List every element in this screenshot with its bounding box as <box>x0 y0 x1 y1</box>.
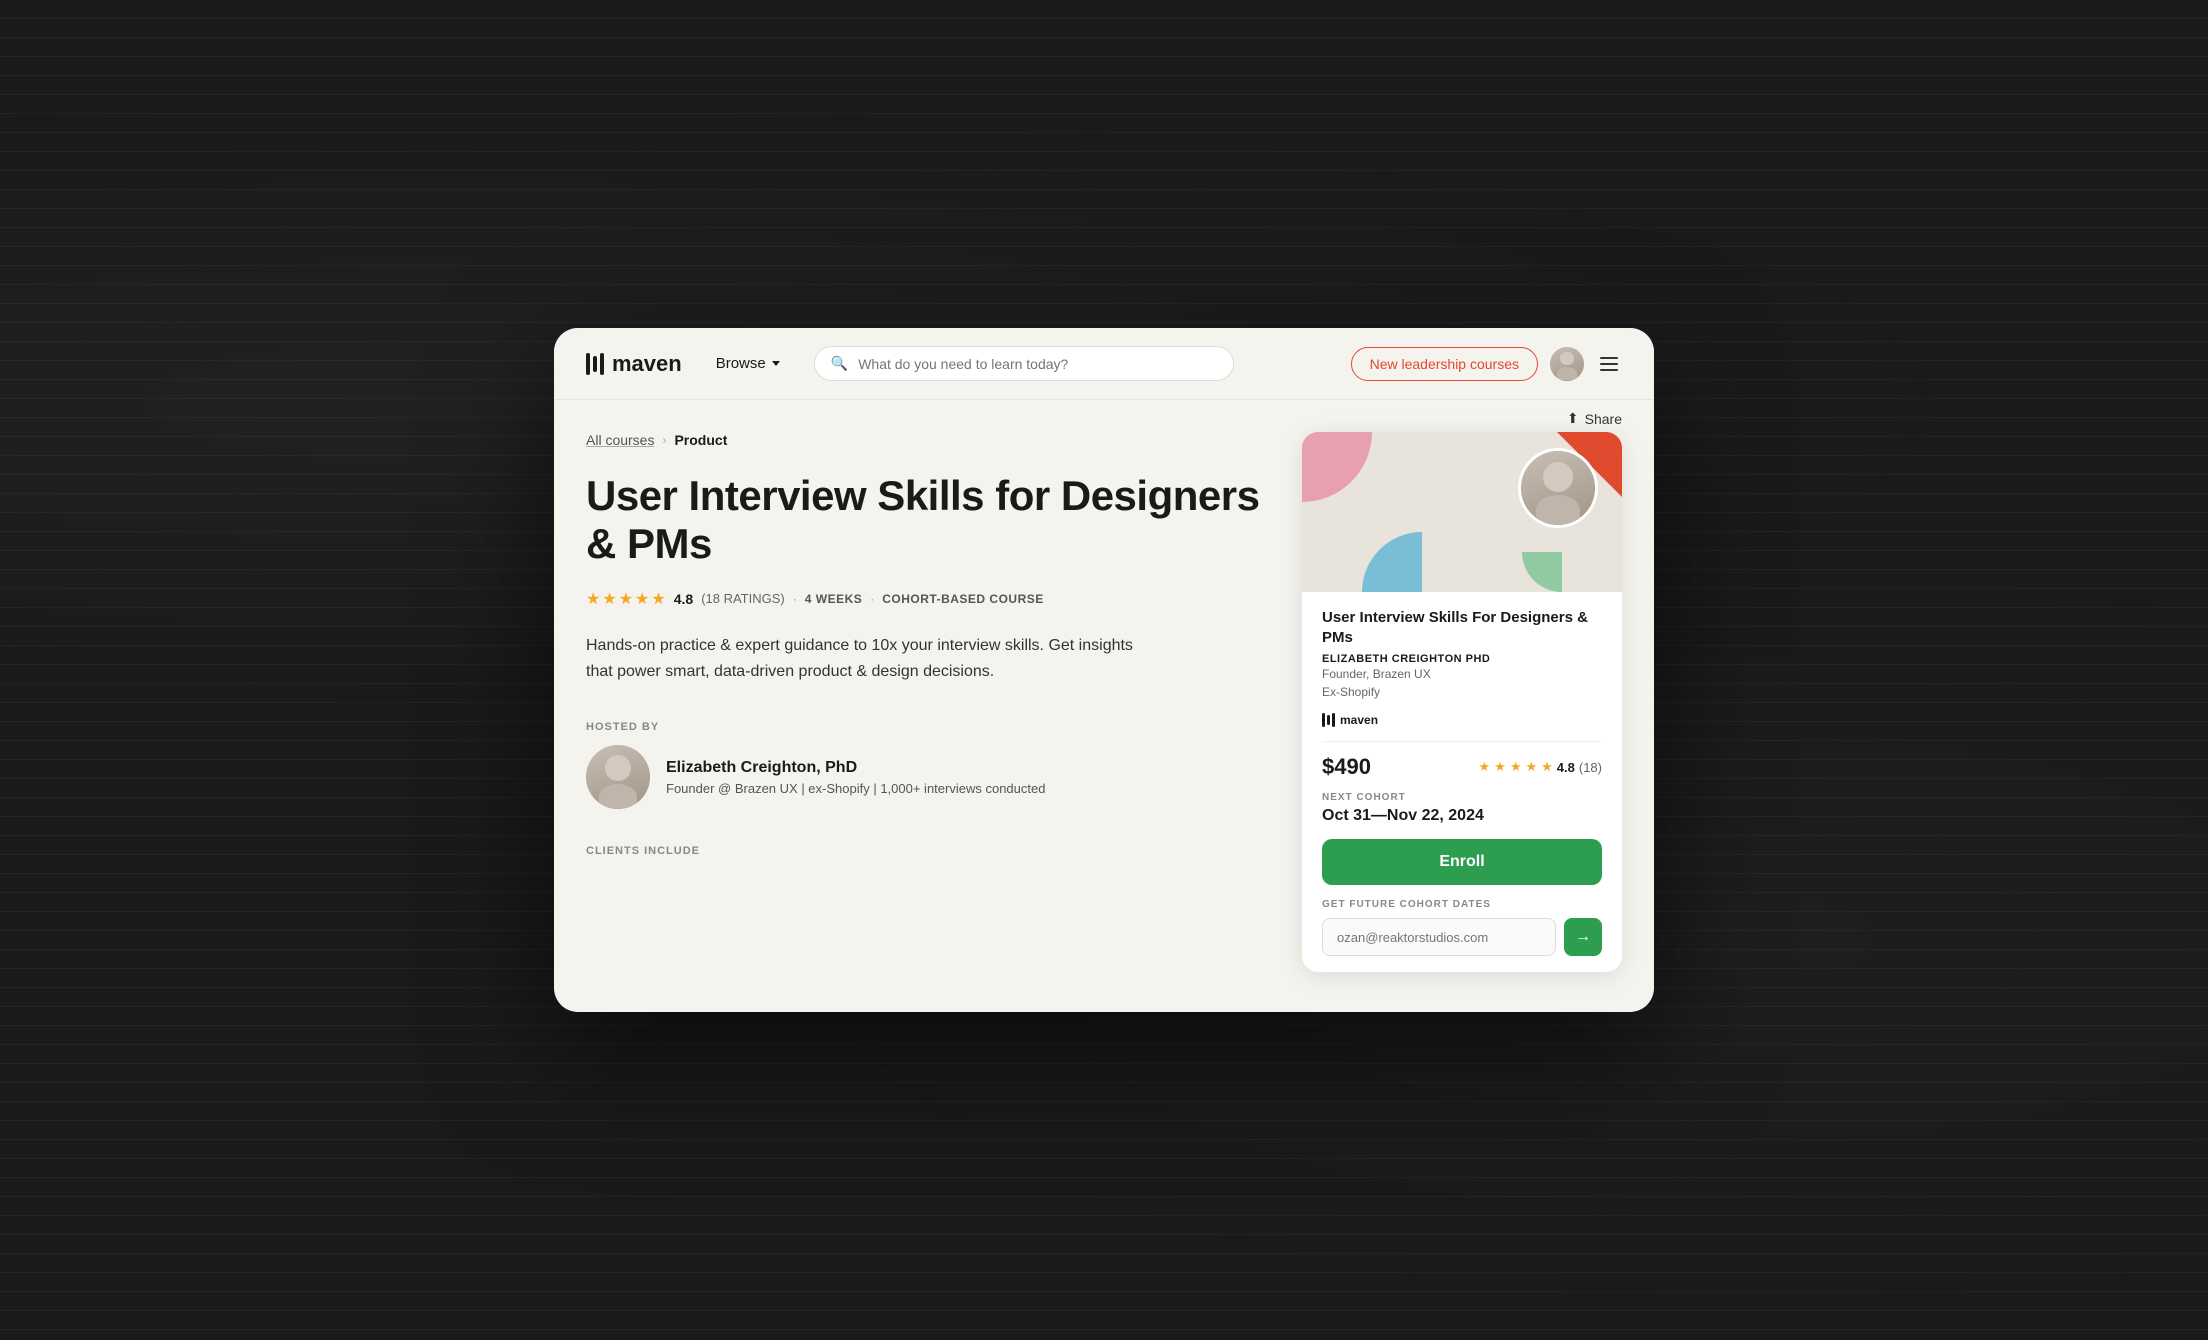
card-cohort-date: Oct 31—Nov 22, 2024 <box>1322 807 1602 825</box>
star-5: ★ <box>651 589 665 609</box>
card-star-3: ★ <box>1510 759 1522 775</box>
leadership-button[interactable]: New leadership courses <box>1351 347 1538 381</box>
main-content: All courses › Product User Interview Ski… <box>554 400 1654 1012</box>
share-icon: ⬆ <box>1567 410 1579 427</box>
browse-label: Browse <box>716 355 766 372</box>
host-name: Elizabeth Creighton, PhD <box>666 759 1045 777</box>
email-input[interactable] <box>1322 918 1556 956</box>
course-title: User Interview Skills for Designers & PM… <box>586 472 1262 569</box>
card-instructor-title-1: Founder, Brazen UX <box>1322 667 1431 681</box>
card-price-row: $490 ★ ★ ★ ★ ★ 4.8 (18) <box>1322 754 1602 780</box>
card-bar-2 <box>1327 715 1330 725</box>
breadcrumb: All courses › Product <box>586 432 1262 448</box>
avatar-figure <box>1550 347 1584 381</box>
search-bar[interactable]: 🔍 <box>814 346 1234 381</box>
enroll-button[interactable]: Enroll <box>1322 839 1602 885</box>
rating-number: 4.8 <box>674 591 693 607</box>
course-description: Hands-on practice & expert guidance to 1… <box>586 633 1146 686</box>
card-header <box>1302 432 1622 592</box>
star-1: ★ <box>586 589 600 609</box>
card-instructor-name: ELIZABETH CREIGHTON PHD <box>1322 653 1602 665</box>
dot-1: · <box>793 592 797 606</box>
person-body <box>1557 367 1577 381</box>
card-maven-logo: maven <box>1322 713 1602 727</box>
card-rating: ★ ★ ★ ★ ★ 4.8 (18) <box>1479 759 1602 775</box>
content-left: All courses › Product User Interview Ski… <box>586 432 1262 972</box>
card-instructor-photo <box>1518 448 1598 528</box>
browser-window: maven Browse 🔍 New leadership courses <box>554 328 1654 1012</box>
card-title: User Interview Skills For Designers & PM… <box>1322 608 1602 647</box>
logo-bar-2 <box>593 356 597 372</box>
logo-bar-1 <box>586 353 590 375</box>
star-rating: ★ ★ ★ ★ ★ <box>586 589 666 609</box>
navbar: maven Browse 🔍 New leadership courses <box>554 328 1654 400</box>
course-card: User Interview Skills For Designers & PM… <box>1302 432 1622 972</box>
share-button[interactable]: ⬆ Share <box>1567 410 1622 427</box>
card-rating-count: (18) <box>1579 760 1602 775</box>
shape-blue <box>1362 532 1422 592</box>
card-star-1: ★ <box>1479 759 1491 775</box>
menu-icon[interactable] <box>1596 353 1622 375</box>
card-cohort-label: NEXT COHORT <box>1322 792 1602 803</box>
card-instructor-figure <box>1521 451 1595 525</box>
card-instructor-title: Founder, Brazen UX Ex-Shopify <box>1322 665 1602 701</box>
person-head <box>1560 352 1574 366</box>
card-rating-num: 4.8 <box>1557 760 1575 775</box>
share-label: Share <box>1585 411 1622 427</box>
menu-bar-2 <box>1600 363 1618 365</box>
card-body: User Interview Skills For Designers & PM… <box>1302 592 1622 972</box>
card-divider <box>1322 741 1602 742</box>
star-4: ★ <box>635 589 649 609</box>
card-star-5: ★ <box>1541 759 1553 775</box>
duration-tag: 4 WEEKS <box>805 592 863 606</box>
nav-right: New leadership courses <box>1351 347 1622 381</box>
meta-row: ★ ★ ★ ★ ★ 4.8 (18 RATINGS) · 4 WEEKS · C… <box>586 589 1262 609</box>
chevron-down-icon <box>772 361 780 366</box>
menu-bar-1 <box>1600 357 1618 359</box>
email-row: → <box>1322 918 1602 956</box>
card-star-2: ★ <box>1494 759 1506 775</box>
card-bar-1 <box>1322 713 1325 727</box>
card-maven-text: maven <box>1340 713 1378 727</box>
breadcrumb-current: Product <box>674 432 727 448</box>
hosted-by-label: HOSTED BY <box>586 721 1262 733</box>
card-instructor-title-2: Ex-Shopify <box>1322 685 1380 699</box>
search-icon: 🔍 <box>831 355 848 372</box>
shape-pink <box>1302 432 1372 502</box>
card-bar-3 <box>1332 713 1335 727</box>
host-avatar <box>586 745 650 809</box>
logo-icon <box>586 353 604 375</box>
host-info: Elizabeth Creighton, PhD Founder @ Braze… <box>666 759 1045 796</box>
email-submit-button[interactable]: → <box>1564 918 1602 956</box>
logo-text: maven <box>612 351 682 377</box>
card-star-4: ★ <box>1525 759 1537 775</box>
card-instructor-body <box>1536 495 1580 525</box>
card-logo-icon <box>1322 713 1335 727</box>
course-type-tag: COHORT-BASED COURSE <box>882 592 1044 606</box>
rating-count: (18 RATINGS) <box>701 591 785 606</box>
clients-label: CLIENTS INCLUDE <box>586 845 1262 857</box>
logo-bar-3 <box>600 353 604 375</box>
host-figure <box>586 745 650 809</box>
browse-button[interactable]: Browse <box>706 349 790 378</box>
star-3: ★ <box>619 589 633 609</box>
menu-bar-3 <box>1600 369 1618 371</box>
logo[interactable]: maven <box>586 351 682 377</box>
breadcrumb-all-courses[interactable]: All courses <box>586 432 654 448</box>
future-cohort-label: GET FUTURE COHORT DATES <box>1322 899 1602 910</box>
star-2: ★ <box>602 589 616 609</box>
host-bio: Founder @ Brazen UX | ex-Shopify | 1,000… <box>666 781 1045 796</box>
avatar[interactable] <box>1550 347 1584 381</box>
host-card: Elizabeth Creighton, PhD Founder @ Braze… <box>586 745 1262 809</box>
host-head <box>605 755 631 781</box>
shape-green <box>1522 552 1562 592</box>
breadcrumb-separator: › <box>662 433 666 447</box>
search-input[interactable] <box>858 356 1217 372</box>
host-body <box>599 784 637 810</box>
arrow-icon: → <box>1575 928 1591 946</box>
dot-2: · <box>870 592 874 606</box>
card-price: $490 <box>1322 754 1371 780</box>
card-instructor-head <box>1543 462 1573 492</box>
